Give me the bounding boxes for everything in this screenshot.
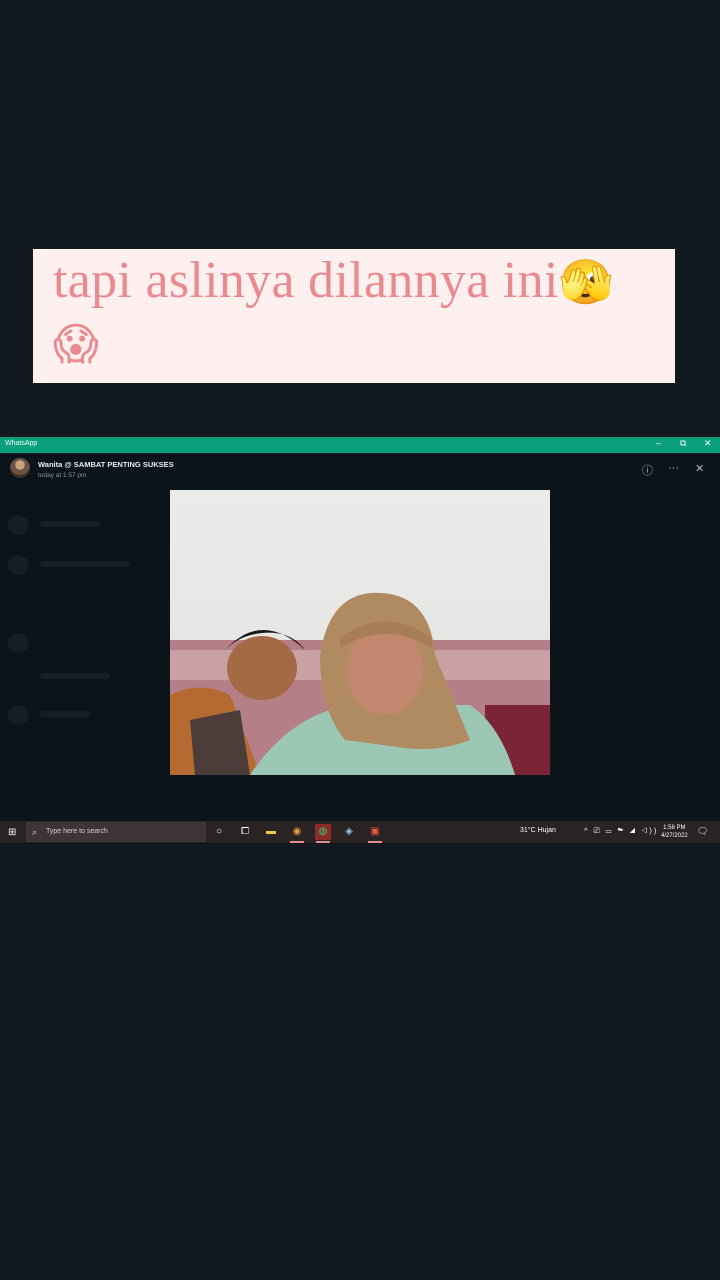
file-explorer-icon[interactable]: ▬ — [263, 824, 279, 840]
cortana-icon[interactable]: ○ — [211, 824, 227, 840]
message-timestamp: today at 1:57 pm — [38, 472, 87, 479]
windows-taskbar: ⊞ ⌕ Type here to search ○ ⧠ ▬ ◉ ◍ ◈ ▣ 31… — [0, 821, 720, 843]
caption-line: tapi aslinya dilannya ini — [53, 252, 559, 309]
photos-icon[interactable]: ◈ — [341, 824, 357, 840]
chrome-icon[interactable]: ◉ — [289, 824, 305, 843]
system-tray[interactable]: ^ ⎚ ▭ ☁ ◢ ◁)) — [584, 826, 658, 836]
message-viewer-header: Wanita @ SAMBAT PENTING SUKSES today at … — [0, 453, 720, 487]
sender-name: Wanita @ SAMBAT PENTING SUKSES — [38, 460, 174, 469]
ghost-line — [40, 561, 130, 567]
ghost-line — [40, 673, 110, 679]
whatsapp-window: WhatsApp – ⧉ ✕ Wanita @ SAMBAT PENTING S… — [0, 437, 720, 844]
app-title: WhatsApp — [5, 440, 38, 447]
shared-photo[interactable] — [170, 490, 550, 775]
face-screaming-emoji: 😱 — [53, 319, 100, 370]
start-icon[interactable]: ⊞ — [8, 827, 16, 838]
restore-button[interactable]: ⧉ — [680, 438, 686, 449]
ghost-avatar — [8, 705, 28, 725]
ghost-avatar — [8, 515, 28, 535]
taskbar-clock[interactable]: 1:58 PM 4/27/2022 — [661, 824, 688, 840]
clock-time: 1:58 PM — [663, 825, 686, 831]
caption-card: tapi aslinya dilannya ini🫣 😱 — [33, 249, 675, 383]
clock-date: 4/27/2022 — [661, 833, 688, 839]
minimize-button[interactable]: – — [656, 438, 661, 448]
more-icon[interactable]: ··· — [668, 462, 679, 474]
info-icon[interactable]: ⓘ — [642, 462, 653, 478]
left-person-jacket — [190, 710, 250, 775]
search-icon: ⌕ — [32, 827, 38, 837]
sender-avatar[interactable] — [10, 458, 30, 478]
window-close-button[interactable]: ✕ — [704, 438, 712, 449]
whatsapp-icon[interactable]: ◍ — [315, 824, 331, 843]
ghost-avatar — [8, 555, 28, 575]
pdf-app-icon[interactable]: ▣ — [367, 824, 383, 843]
caption-text: tapi aslinya dilannya ini🫣 😱 — [53, 251, 655, 375]
taskbar-search-box[interactable]: ⌕ Type here to search — [26, 822, 206, 842]
weather-widget[interactable]: 31°C Hujan — [520, 827, 556, 834]
ghost-line — [40, 711, 90, 717]
left-person-face — [227, 636, 297, 700]
search-placeholder: Type here to search — [46, 828, 108, 835]
photo-illustration — [170, 592, 550, 775]
ghost-avatar — [8, 633, 28, 653]
notification-icon[interactable]: 🗨 — [697, 826, 708, 837]
ghost-line — [40, 521, 100, 527]
whatsapp-titlebar: WhatsApp – ⧉ ✕ — [0, 437, 720, 453]
close-icon[interactable]: ✕ — [695, 462, 704, 475]
task-switcher-icon[interactable]: ⧠ — [237, 824, 253, 840]
face-peeking-emoji: 🫣 — [558, 257, 614, 308]
